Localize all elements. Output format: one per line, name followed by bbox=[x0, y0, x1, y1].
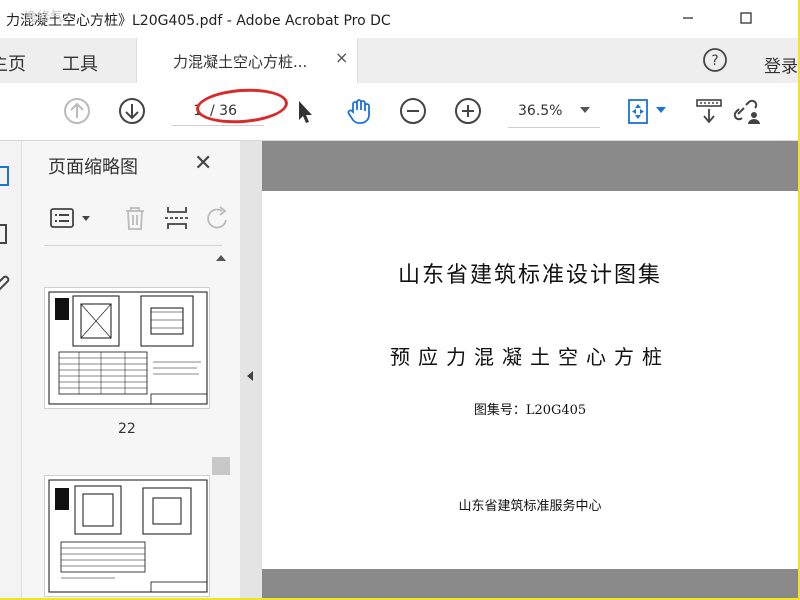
doc-title: 预应力混凝土空心方桩 bbox=[390, 345, 670, 369]
cursor-arrow-icon[interactable] bbox=[290, 96, 320, 126]
annotation-ellipse bbox=[194, 85, 290, 127]
watermark-text: 逸修气 bbox=[24, 10, 64, 25]
main-toolbar: 1 / 36 36.5% bbox=[0, 83, 798, 141]
panel-title: 页面缩略图 bbox=[48, 157, 138, 178]
fit-dropdown-icon[interactable] bbox=[656, 107, 666, 113]
maximize-icon[interactable] bbox=[734, 6, 758, 30]
thumbnail-drawing bbox=[48, 479, 208, 593]
thumbnail-list: 22 bbox=[22, 251, 240, 598]
thumbnails-panel: 页面缩略图 ✕ 22 bbox=[22, 141, 240, 598]
acrobat-window: 力混凝土空心方桩》L20G405.pdf - Adobe Acrobat Pro… bbox=[0, 0, 798, 598]
rotate-page-icon[interactable] bbox=[202, 203, 232, 233]
svg-text:?: ? bbox=[711, 53, 718, 69]
thumbnail-page-22[interactable] bbox=[44, 287, 210, 409]
tab-close-icon[interactable]: × bbox=[335, 48, 348, 67]
zoom-underline bbox=[508, 127, 600, 128]
login-link[interactable]: 登录 bbox=[764, 52, 798, 77]
plus-circle-icon[interactable] bbox=[453, 96, 483, 126]
thumbnail-page-23[interactable] bbox=[44, 475, 210, 597]
attachments-nav-icon[interactable] bbox=[0, 273, 14, 299]
thumbnail-drawing bbox=[48, 291, 208, 405]
minimize-icon[interactable] bbox=[676, 6, 700, 30]
doc-atlas-number: 图集号：L20G405 bbox=[473, 403, 587, 418]
hand-icon[interactable] bbox=[344, 96, 374, 126]
page-input-underline bbox=[172, 125, 264, 126]
document-viewer[interactable]: 山东省建筑标准设计图集 预应力混凝土空心方桩 图集号：L20G405 山东省建筑… bbox=[262, 141, 798, 598]
options-menu-icon[interactable] bbox=[48, 203, 78, 233]
help-icon[interactable]: ? bbox=[702, 47, 728, 73]
thumbnail-page-number: 22 bbox=[118, 421, 136, 437]
doc-publisher: 山东省建筑标准服务中心 bbox=[458, 499, 602, 514]
zoom-dropdown-icon[interactable] bbox=[580, 107, 590, 113]
panel-close-icon[interactable]: ✕ bbox=[194, 151, 212, 176]
scroll-up-icon[interactable] bbox=[216, 255, 226, 261]
zoom-level[interactable]: 36.5% bbox=[518, 103, 562, 119]
menu-home[interactable]: 主页 bbox=[0, 50, 26, 76]
document-page: 山东省建筑标准设计图集 预应力混凝土空心方桩 图集号：L20G405 山东省建筑… bbox=[262, 191, 798, 569]
scroll-mode-icon[interactable] bbox=[694, 96, 724, 126]
menu-tools[interactable]: 工具 bbox=[62, 50, 98, 76]
minus-circle-icon[interactable] bbox=[398, 96, 428, 126]
scrollbar-thumb[interactable] bbox=[212, 457, 230, 475]
collapse-arrow-icon[interactable] bbox=[247, 371, 253, 381]
title-bar: 力混凝土空心方桩》L20G405.pdf - Adobe Acrobat Pro… bbox=[0, 0, 798, 38]
options-dropdown-icon[interactable] bbox=[82, 216, 90, 221]
bookmarks-nav-icon[interactable] bbox=[0, 221, 14, 247]
panel-toolbar bbox=[22, 193, 240, 245]
fit-page-icon[interactable] bbox=[624, 96, 654, 126]
arrow-up-circle-icon[interactable] bbox=[62, 96, 92, 126]
doc-heading: 山东省建筑标准设计图集 bbox=[397, 263, 662, 288]
tab-bar: 主页 工具 力混凝土空心方桩... × ? 登录 bbox=[0, 38, 798, 83]
panel-collapse-handle[interactable] bbox=[240, 141, 262, 598]
delete-page-icon[interactable] bbox=[120, 203, 150, 233]
link-user-icon[interactable] bbox=[732, 96, 762, 126]
page-thumbnails-nav-icon[interactable] bbox=[0, 163, 14, 189]
window-title: 力混凝土空心方桩》L20G405.pdf - Adobe Acrobat Pro… bbox=[6, 13, 391, 29]
navigation-strip bbox=[0, 141, 22, 598]
document-tab-label: 力混凝土空心方桩... bbox=[173, 53, 308, 71]
insert-page-icon[interactable] bbox=[162, 203, 192, 233]
thumbnail-scrollbar[interactable] bbox=[212, 251, 230, 598]
document-tab[interactable]: 力混凝土空心方桩... × bbox=[136, 38, 358, 83]
panel-separator bbox=[44, 245, 222, 246]
arrow-down-circle-icon[interactable] bbox=[117, 96, 147, 126]
